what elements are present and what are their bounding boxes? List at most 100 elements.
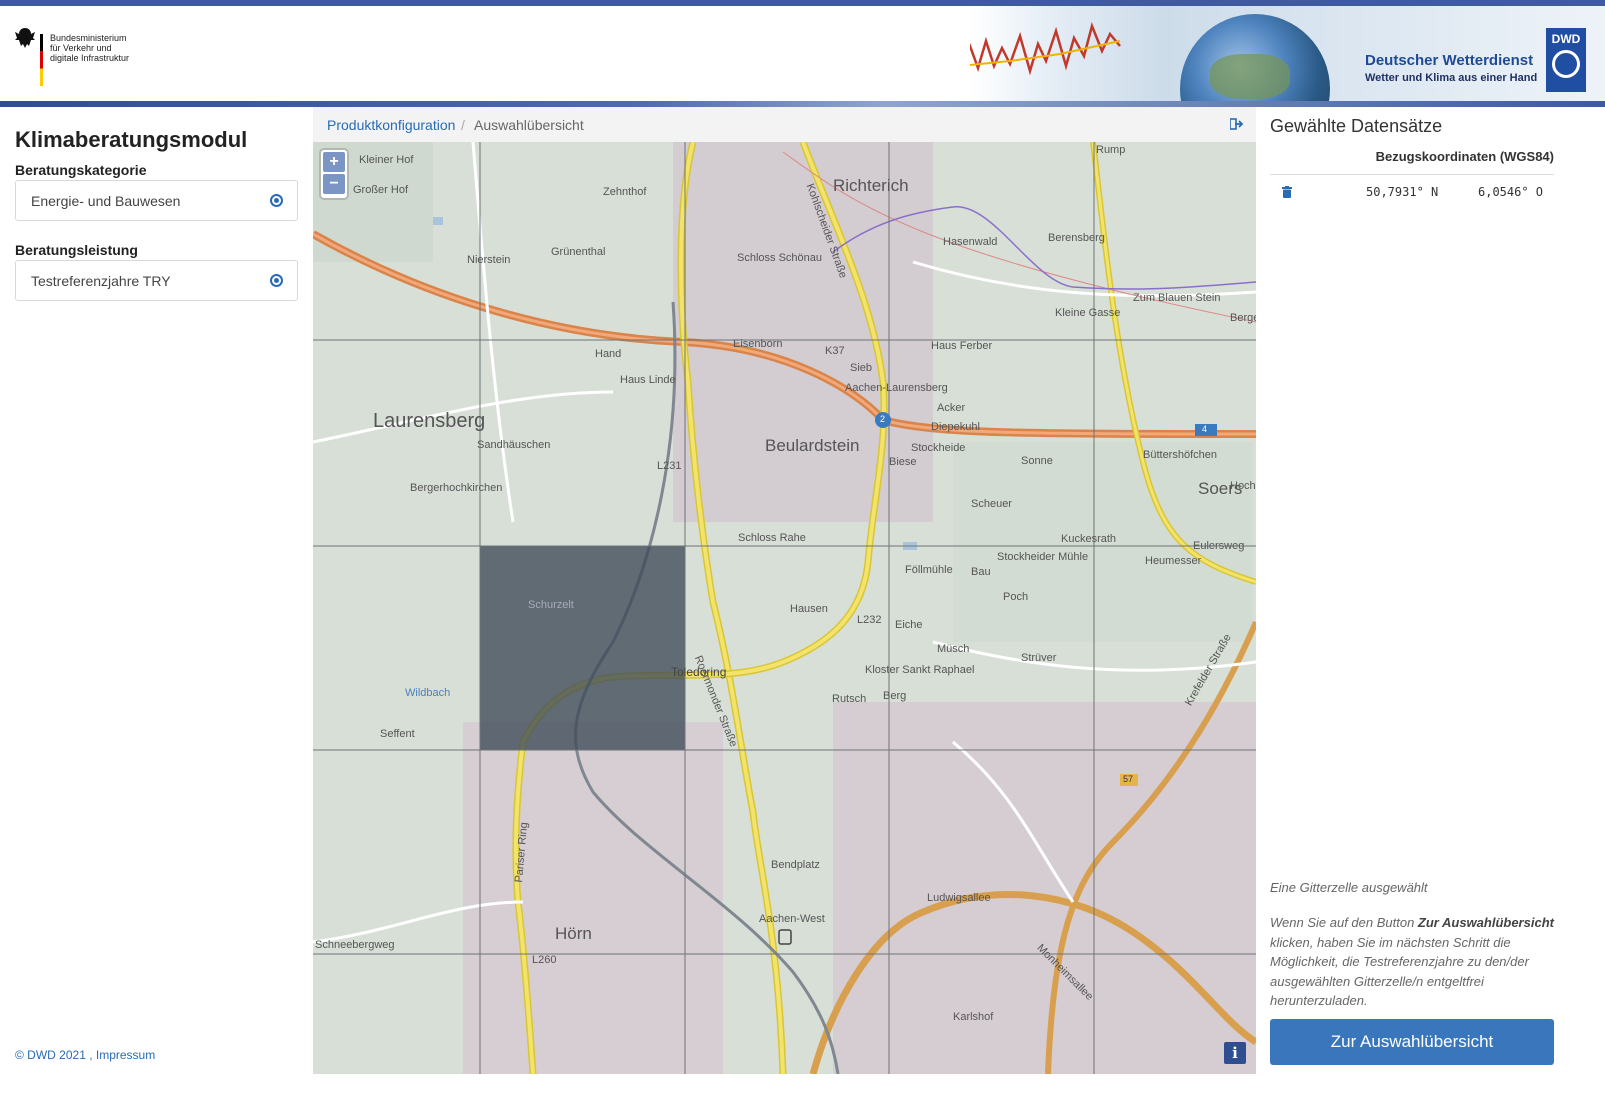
- map-label: Schloss Schönau: [737, 252, 822, 264]
- map-label: Strüver: [1021, 652, 1057, 664]
- dwd-logo: DWD: [1546, 28, 1586, 92]
- zoom-out-button[interactable]: −: [323, 174, 345, 194]
- logout-icon[interactable]: [1230, 118, 1244, 130]
- download-hint: Wenn Sie auf den Button Zur Auswahlübers…: [1270, 913, 1554, 1011]
- map-label: Bergerhochkirchen: [410, 482, 503, 494]
- map-label: Hand: [595, 348, 622, 360]
- map-label: Rump: [1096, 144, 1126, 156]
- map-label: Müsch: [937, 643, 970, 655]
- map-label: Kleiner Hof: [359, 154, 414, 166]
- map-label: Zum Blauen Stein: [1133, 292, 1221, 304]
- map-label: Richterich: [833, 176, 909, 195]
- map-label: Hochbr: [1230, 480, 1256, 492]
- map-label: Haus Ferber: [931, 340, 993, 352]
- coordinates-column-header: Bezugskoordinaten (WGS84): [1270, 145, 1554, 175]
- map-label: K37: [825, 345, 845, 357]
- map-label: Eisenborn: [733, 338, 783, 350]
- map-label: Hasenwald: [943, 236, 998, 248]
- map-label: Föllmühle: [905, 564, 953, 576]
- climate-curve-icon: [970, 22, 1121, 76]
- selection-count-note: Eine Gitterzelle ausgewählt: [1270, 880, 1428, 895]
- map-label: Sonne: [1021, 455, 1053, 467]
- longitude-value: 6,0546° O: [1478, 185, 1544, 199]
- panel-title: Gewählte Datensätze: [1270, 116, 1443, 136]
- hint-text-end: klicken, haben Sie im nächsten Schritt d…: [1270, 934, 1529, 1009]
- map-view[interactable]: Laurensberg Richterich Beulardstein Soer…: [313, 142, 1256, 1074]
- map-canvas: [313, 142, 1256, 1074]
- info-button[interactable]: i: [1224, 1042, 1246, 1064]
- map-label: Hausen: [790, 603, 828, 615]
- map-label: Stockheide: [911, 442, 966, 454]
- category-select[interactable]: Energie- und Bauwesen: [15, 180, 298, 221]
- map-label: Scheuer: [971, 498, 1012, 510]
- breadcrumb-product-config[interactable]: Produktkonfiguration: [327, 117, 455, 133]
- map-label: Eiche: [895, 619, 923, 631]
- breadcrumb-separator: /: [461, 117, 465, 133]
- dwd-logo-text: DWD: [1551, 32, 1581, 46]
- sidebar: Klimaberatungsmodul Beratungskategorie E…: [0, 107, 313, 1099]
- junction-shield: 2: [880, 414, 886, 424]
- dwd-banner[interactable]: Deutscher Wetterdienst Wetter und Klima …: [970, 6, 1605, 101]
- table-row: 50,7931° N 6,0546° O: [1270, 179, 1554, 207]
- ministry-line-1: Bundesministerium: [50, 33, 127, 43]
- map-label: Berensberg: [1048, 232, 1105, 244]
- map-label: Schurzelt: [528, 599, 574, 611]
- map-label: Kloster Sankt Raphael: [865, 664, 975, 676]
- map-label: Schneebergweg: [315, 939, 395, 951]
- dwd-subtitle: Wetter und Klima aus einer Hand: [1365, 72, 1538, 84]
- app-title: Klimaberatungsmodul: [15, 127, 248, 152]
- map-label: L232: [857, 614, 882, 626]
- map-label: Sieb: [850, 362, 873, 374]
- map-label: Wildbach: [405, 687, 451, 699]
- dwd-title: Deutscher Wetterdienst: [1365, 52, 1534, 69]
- selected-grid-cell[interactable]: [480, 546, 685, 750]
- map-label: Hörn: [555, 924, 592, 943]
- category-label: Beratungskategorie: [15, 162, 147, 178]
- hint-text-start: Wenn Sie auf den Button: [1270, 915, 1418, 930]
- map-label: Seffent: [380, 728, 415, 740]
- map-label: Stockheider Mühle: [997, 551, 1089, 563]
- service-value: Testreferenzjahre TRY: [31, 273, 171, 289]
- latitude-value: 50,7931° N: [1366, 185, 1439, 199]
- map-label: Rutsch: [832, 693, 867, 705]
- footer-copyright: © DWD 2021 ,: [15, 1048, 93, 1062]
- globe-icon: [1180, 14, 1330, 101]
- ministry-line-2: für Verkehr und: [50, 43, 112, 53]
- map-label: Beulardstein: [765, 436, 860, 455]
- zoom-in-button[interactable]: +: [323, 152, 345, 172]
- map-label: Ludwigsallee: [927, 892, 991, 904]
- trash-icon[interactable]: [1282, 186, 1292, 198]
- zoom-control: + −: [321, 150, 347, 198]
- radio-dot-icon[interactable]: [270, 194, 283, 207]
- map-label: Bendplatz: [771, 859, 820, 871]
- map-label: Eulersweg: [1193, 540, 1245, 552]
- map-label: Biese: [889, 456, 917, 468]
- impressum-link[interactable]: Impressum: [96, 1048, 155, 1062]
- radio-dot-icon[interactable]: [270, 274, 283, 287]
- map-label: Sandhäuschen: [477, 439, 551, 451]
- map-label: Bau: [971, 566, 991, 578]
- map-label: Bergerbusch: [1230, 312, 1256, 324]
- selection-panel: Gewählte Datensätze Bezugskoordinaten (W…: [1256, 107, 1605, 1099]
- service-select[interactable]: Testreferenzjahre TRY: [15, 260, 298, 301]
- map-label: Aachen-West: [759, 913, 825, 925]
- map-label: Haus Linde: [620, 374, 676, 386]
- ministry-line-3: digitale Infrastruktur: [50, 53, 130, 63]
- map-label: Laurensberg: [373, 410, 486, 432]
- road-shield: 57: [1123, 774, 1134, 784]
- hint-text-bold: Zur Auswahlübersicht: [1417, 915, 1554, 930]
- bmvi-logo[interactable]: Bundesministerium für Verkehr und digita…: [14, 26, 129, 86]
- map-label: Karlshof: [953, 1011, 994, 1023]
- map-label: Schloss Rahe: [738, 532, 806, 544]
- map-label: L260: [532, 954, 557, 966]
- map-label: Diepekuhl: [931, 421, 980, 433]
- breadcrumb: Produktkonfiguration / Auswahlübersicht: [313, 107, 1256, 142]
- selection-overview-button[interactable]: Zur Auswahlübersicht: [1270, 1019, 1554, 1065]
- ministry-name: Bundesministerium für Verkehr und digita…: [50, 33, 160, 63]
- map-label: Kleine Gasse: [1055, 307, 1121, 319]
- footer: © DWD 2021 , Impressum: [15, 1048, 155, 1062]
- federal-eagle-icon: [15, 28, 35, 48]
- map-label: Aachen-Laurensberg: [845, 382, 948, 394]
- motorway-shield: 4: [1202, 424, 1208, 434]
- category-value: Energie- und Bauwesen: [31, 193, 181, 209]
